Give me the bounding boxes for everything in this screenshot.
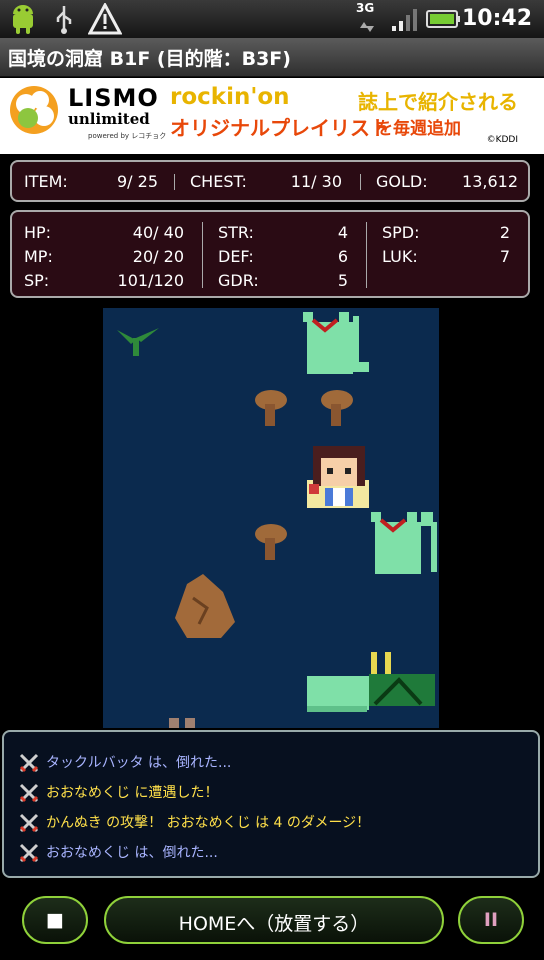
stats-panel: HP: 40/ 40 MP: 20/ 20 SP: 101/120 STR: 4… xyxy=(10,210,530,298)
ad-banner[interactable]: LISMO unlimited powered by レコチョク rockin'… xyxy=(0,78,544,154)
item-label: ITEM: xyxy=(24,172,68,191)
crossed-swords-icon xyxy=(19,843,39,863)
crossed-swords-icon xyxy=(19,813,39,833)
def-value: 6 xyxy=(337,247,348,266)
mushroom-icon xyxy=(321,390,353,426)
log-entry: かんぬき の攻撃！ おおなめくじ は 4 のダメージ！ xyxy=(18,812,370,834)
spd-value: 2 xyxy=(499,223,510,242)
hp-value: 40/ 40 xyxy=(132,223,184,242)
slug-monster-sprite xyxy=(307,676,369,712)
stop-icon: ■ xyxy=(46,909,64,931)
mushroom-icon xyxy=(255,390,287,426)
warning-icon xyxy=(88,3,122,35)
snail-monster-sprite xyxy=(369,652,435,706)
signal-icon xyxy=(392,9,417,31)
stop-button[interactable]: ■ xyxy=(22,896,88,944)
hp-label: HP: xyxy=(24,223,52,242)
sp-value: 101/120 xyxy=(117,271,184,290)
ad-playlist-suffix: を毎週追加 xyxy=(376,119,461,139)
data-arrows-icon xyxy=(360,22,374,32)
pause-button[interactable]: II xyxy=(458,896,524,944)
log-text: タックルバッタ は、倒れた... xyxy=(46,755,232,771)
battery-icon xyxy=(426,10,460,28)
spd-label: SPD: xyxy=(382,223,420,242)
gold-label: GOLD: xyxy=(376,172,428,191)
mp-label: MP: xyxy=(24,247,53,266)
summary-panel: ITEM: 9/ 25 CHEST: 11/ 30 GOLD: 13,612 xyxy=(10,160,530,202)
home-button-label: HOMEへ（放置する） xyxy=(178,913,370,935)
log-entry: おおなめくじ に遭遇した！ xyxy=(18,782,218,804)
gdr-label: GDR: xyxy=(218,271,259,290)
log-text: かんぬき の攻撃！ おおなめくじ は 4 のダメージ！ xyxy=(46,815,371,831)
ad-brand: LISMO xyxy=(68,84,159,112)
dungeon-field[interactable] xyxy=(103,308,439,728)
log-text: おおなめくじ は、倒れた... xyxy=(46,845,218,861)
log-entry: タックルバッタ は、倒れた... xyxy=(18,752,231,774)
def-label: DEF: xyxy=(218,247,254,266)
gold-value: 13,612 xyxy=(462,172,518,191)
cat-monster-sprite xyxy=(303,312,369,374)
home-button[interactable]: HOMEへ（放置する） xyxy=(104,896,444,944)
crossed-swords-icon xyxy=(19,753,39,773)
ad-magazine: rockin'on xyxy=(170,84,290,110)
gdr-value: 5 xyxy=(337,271,348,290)
ad-magazine-suffix: 誌上で紹介される xyxy=(358,90,518,114)
lismo-logo-icon xyxy=(10,86,58,134)
divider xyxy=(360,174,361,190)
hero-sprite xyxy=(307,446,369,508)
android-icon xyxy=(13,5,33,34)
log-text: おおなめくじ に遭遇した！ xyxy=(46,785,219,801)
clock: 10:42 xyxy=(461,6,532,31)
dungeon-map xyxy=(117,312,437,728)
page-title: 国境の洞窟 B1F (目的階：B3F) xyxy=(8,48,291,70)
crossed-swords-icon xyxy=(19,783,39,803)
battle-log: タックルバッタ は、倒れた... おおなめくじ に遭遇した！ かんぬき の攻撃！… xyxy=(2,730,540,878)
ad-copyright: ©KDDI xyxy=(486,135,518,145)
usb-icon xyxy=(56,6,72,34)
ad-powered: powered by レコチョク xyxy=(88,132,167,140)
title-bar: 国境の洞窟 B1F (目的階：B3F) xyxy=(0,38,544,77)
status-bar: 3G 10:42 xyxy=(0,0,544,38)
ad-playlist: オリジナルプレイリスト xyxy=(170,116,390,140)
divider xyxy=(366,222,367,288)
luk-value: 7 xyxy=(499,247,510,266)
network-type: 3G xyxy=(356,1,375,15)
ad-sub: unlimited xyxy=(68,110,150,128)
chest-icon xyxy=(169,718,195,728)
luk-label: LUK: xyxy=(382,247,418,266)
log-entry: おおなめくじ は、倒れた... xyxy=(18,842,218,864)
chest-value: 11/ 30 xyxy=(290,172,342,191)
chest-label: CHEST: xyxy=(190,172,247,191)
rock-icon xyxy=(175,574,235,638)
mp-value: 20/ 20 xyxy=(132,247,184,266)
cat-monster-sprite xyxy=(371,512,437,574)
str-label: STR: xyxy=(218,223,254,242)
mushroom-icon xyxy=(255,524,287,560)
divider xyxy=(202,222,203,288)
sprout-icon xyxy=(117,328,159,356)
sp-label: SP: xyxy=(24,271,50,290)
pause-icon: II xyxy=(483,909,499,931)
item-value: 9/ 25 xyxy=(116,172,158,191)
str-value: 4 xyxy=(337,223,348,242)
divider xyxy=(174,174,175,190)
